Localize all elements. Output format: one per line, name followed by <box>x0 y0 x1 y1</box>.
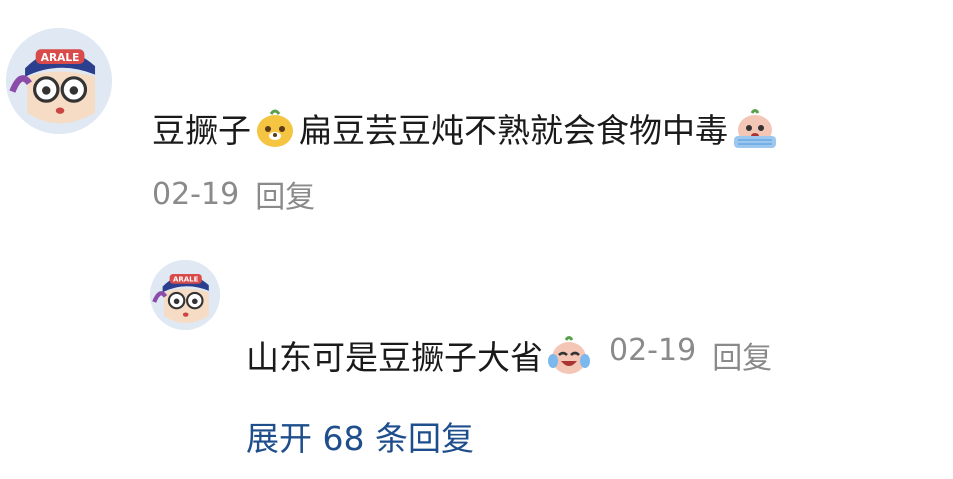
reply-user-avatar[interactable]: ARALE <box>150 260 220 330</box>
user-avatar[interactable]: ARALE <box>6 28 112 134</box>
comment-text-part-2: 扁豆芸豆炖不熟就会食物中毒 <box>299 111 728 150</box>
comment-text: 豆撅子 扁豆芸豆炖不熟就会食物中毒 <box>152 98 782 158</box>
reply-to-reply-button[interactable]: 回复 <box>712 333 772 377</box>
reply-text-line: 山东可是豆撅子大省 02-19 回复 <box>246 327 772 383</box>
reply-date: 02-19 <box>609 333 697 368</box>
avatar-cartoon-icon: ARALE <box>6 28 112 134</box>
comment-text-part-1: 豆撅子 <box>152 111 251 150</box>
reply-meta: 02-19 回复 <box>609 333 772 377</box>
yellow-dog-emoji-icon <box>253 106 297 150</box>
reply-button[interactable]: 回复 <box>255 172 315 216</box>
comment-meta: 02-19 回复 <box>152 172 315 216</box>
svg-text:ARALE: ARALE <box>41 52 80 64</box>
avatar-cartoon-icon: ARALE <box>150 260 220 330</box>
svg-text:ARALE: ARALE <box>173 276 199 284</box>
crying-face-emoji-icon <box>730 106 780 150</box>
laugh-cry-face-emoji-icon <box>545 333 593 377</box>
expand-replies-link[interactable]: 展开 68 条回复 <box>246 412 474 460</box>
comment-date: 02-19 <box>152 176 240 212</box>
reply-text: 山东可是豆撅子大省 <box>246 338 543 377</box>
